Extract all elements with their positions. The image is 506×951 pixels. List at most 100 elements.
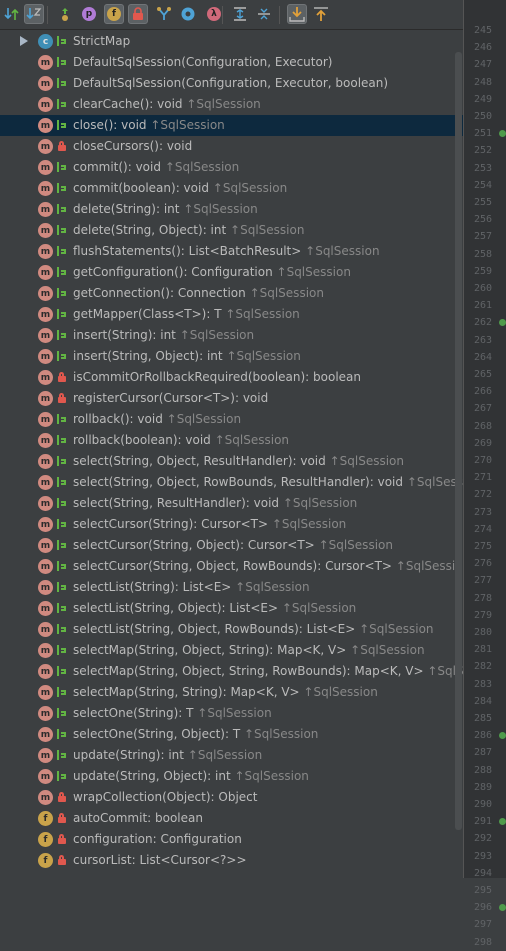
tree-item-method[interactable]: m getConfiguration(): Configuration ↑SqlS…	[0, 262, 463, 283]
sort-by-visibility-button[interactable]	[2, 4, 22, 24]
line-number: 281	[473, 644, 492, 656]
line-number: 254	[473, 179, 492, 191]
tree-item-method[interactable]: m isCommitOrRollbackRequired(boolean): bo…	[0, 367, 463, 388]
tree-item-label: DefaultSqlSession(Configuration, Executo…	[73, 55, 332, 69]
field-icon: f	[38, 811, 53, 826]
tree-item-method[interactable]: m selectCursor(String): Cursor<T> ↑SqlSes…	[0, 514, 463, 535]
line-number: 265	[473, 369, 492, 380]
tree-item-label: selectList(String): List<E> ↑SqlSession	[73, 580, 310, 594]
public-visibility-icon	[57, 582, 68, 592]
public-visibility-icon	[57, 624, 68, 634]
tree-item-class[interactable]: c StrictMap	[0, 31, 463, 52]
implements-marker-icon[interactable]	[499, 904, 506, 912]
tree-item-method[interactable]: m closeCursors(): void	[0, 136, 463, 157]
tree-item-method[interactable]: m selectMap(String, Object, String, RowBo…	[0, 661, 463, 682]
implements-marker-icon[interactable]	[499, 818, 506, 826]
tree-item-label: close(): void ↑SqlSession	[73, 118, 225, 132]
method-icon: m	[38, 433, 53, 448]
tree-item-method[interactable]: m getConnection(): Connection ↑SqlSession	[0, 283, 463, 304]
toolbar-separator	[47, 6, 48, 24]
tree-item-method[interactable]: m update(String): int ↑SqlSession	[0, 745, 463, 766]
tree-item-method[interactable]: m selectMap(String, Object, String): Map<…	[0, 640, 463, 661]
tree-item-label: selectMap(String, Object, String, RowBou…	[73, 664, 463, 678]
tree-item-method[interactable]: m close(): void ↑SqlSession	[0, 115, 463, 136]
show-lambdas-button[interactable]	[178, 4, 198, 24]
method-icon: m	[38, 790, 53, 805]
implements-marker-icon[interactable]	[499, 732, 506, 740]
show-inherited-button[interactable]	[55, 4, 75, 24]
member-signature: select(String, ResultHandler): void	[73, 496, 280, 510]
show-non-public-button[interactable]	[128, 4, 148, 24]
member-signature: selectList(String): List<E>	[73, 580, 232, 594]
structure-tree[interactable]: c StrictMap m DefaultSqlSession(Configurati…	[0, 31, 463, 878]
method-icon: m	[38, 664, 53, 679]
line-number: 268	[473, 420, 492, 432]
tree-item-method[interactable]: m rollback(): void ↑SqlSession	[0, 409, 463, 430]
overrides-label: ↑SqlSession	[359, 622, 434, 636]
implements-marker-icon[interactable]	[499, 130, 506, 138]
line-number: 263	[473, 334, 492, 346]
tree-item-method[interactable]: m update(String, Object): int ↑SqlSession	[0, 766, 463, 787]
field-icon: f	[38, 853, 53, 868]
tree-item-method[interactable]: m selectOne(String): T ↑SqlSession	[0, 703, 463, 724]
public-visibility-icon	[57, 330, 68, 340]
tree-item-method[interactable]: m selectList(String, Object, RowBounds): …	[0, 619, 463, 640]
tree-item-method[interactable]: m insert(String, Object): int ↑SqlSession	[0, 346, 463, 367]
member-signature: StrictMap	[73, 34, 131, 48]
tree-item-label: delete(String): int ↑SqlSession	[73, 202, 258, 216]
tree-scrollbar[interactable]	[455, 52, 462, 830]
tree-item-method[interactable]: m commit(): void ↑SqlSession	[0, 157, 463, 178]
tree-item-method[interactable]: m flushStatements(): List<BatchResult> ↑S…	[0, 241, 463, 262]
autoscroll-to-source-button[interactable]	[287, 4, 307, 24]
public-visibility-icon	[57, 435, 68, 445]
tree-item-method[interactable]: m selectList(String): List<E> ↑SqlSession	[0, 577, 463, 598]
tree-item-field[interactable]: f cursorList: List<Cursor<?>>	[0, 850, 463, 871]
public-visibility-icon	[57, 162, 68, 172]
tree-item-method[interactable]: m DefaultSqlSession(Configuration, Execut…	[0, 73, 463, 94]
implements-marker-icon[interactable]	[499, 319, 506, 327]
tree-item-method[interactable]: m select(String, ResultHandler): void ↑Sq…	[0, 493, 463, 514]
tree-item-method[interactable]: m select(String, Object, RowBounds, Resul…	[0, 472, 463, 493]
line-number: 249	[473, 93, 492, 105]
show-fields-button[interactable]: f	[104, 4, 124, 24]
tree-item-method[interactable]: m insert(String): int ↑SqlSession	[0, 325, 463, 346]
tree-item-label: StrictMap	[73, 34, 130, 48]
overrides-label: ↑SqlSession	[282, 496, 358, 510]
overrides-label: ↑SqlSession	[234, 769, 309, 783]
expand-arrow-icon[interactable]	[20, 36, 28, 46]
tree-item-method[interactable]: m selectOne(String, Object): T ↑SqlSessio…	[0, 724, 463, 745]
show-lambda-expressions-button[interactable]: λ	[204, 4, 224, 24]
tree-item-method[interactable]: m delete(String): int ↑SqlSession	[0, 199, 463, 220]
autoscroll-from-source-button[interactable]	[311, 4, 331, 24]
show-anonymous-classes-button[interactable]	[154, 4, 174, 24]
tree-item-method[interactable]: m select(String, Object, ResultHandler): …	[0, 451, 463, 472]
tree-item-method[interactable]: m selectCursor(String, Object, RowBounds)…	[0, 556, 463, 577]
show-properties-button[interactable]: p	[79, 4, 99, 24]
public-visibility-icon	[57, 519, 68, 529]
tree-item-method[interactable]: m commit(boolean): void ↑SqlSession	[0, 178, 463, 199]
tree-item-method[interactable]: m getMapper(Class<T>): T ↑SqlSession	[0, 304, 463, 325]
method-icon: m	[38, 601, 53, 616]
expand-all-button[interactable]	[230, 4, 250, 24]
tree-item-method[interactable]: m clearCache(): void ↑SqlSession	[0, 94, 463, 115]
tree-item-method[interactable]: m rollback(boolean): void ↑SqlSession	[0, 430, 463, 451]
lambda-icon: λ	[207, 7, 221, 21]
tree-item-method[interactable]: m wrapCollection(Object): Object	[0, 787, 463, 808]
overrides-label: ↑SqlSession	[183, 202, 258, 216]
tree-item-method[interactable]: m selectCursor(String, Object): Cursor<T>…	[0, 535, 463, 556]
line-number: 247	[473, 59, 492, 71]
tree-item-field[interactable]: f autoCommit: boolean	[0, 808, 463, 829]
tree-item-method[interactable]: m DefaultSqlSession(Configuration, Execut…	[0, 52, 463, 73]
sort-alphabetically-button[interactable]	[24, 4, 44, 24]
line-number: 248	[473, 76, 492, 88]
tree-item-method[interactable]: m registerCursor(Cursor<T>): void	[0, 388, 463, 409]
tree-item-method[interactable]: m selectList(String, Object): List<E> ↑Sq…	[0, 598, 463, 619]
collapse-all-button[interactable]	[254, 4, 274, 24]
method-icon: m	[38, 328, 53, 343]
tree-item-method[interactable]: m delete(String, Object): int ↑SqlSession	[0, 220, 463, 241]
member-signature: closeCursors(): void	[73, 139, 193, 153]
private-visibility-icon	[57, 141, 66, 151]
tree-item-field[interactable]: f configuration: Configuration	[0, 829, 463, 850]
member-signature: delete(String, Object): int	[73, 223, 227, 237]
tree-item-method[interactable]: m selectMap(String, String): Map<K, V> ↑S…	[0, 682, 463, 703]
